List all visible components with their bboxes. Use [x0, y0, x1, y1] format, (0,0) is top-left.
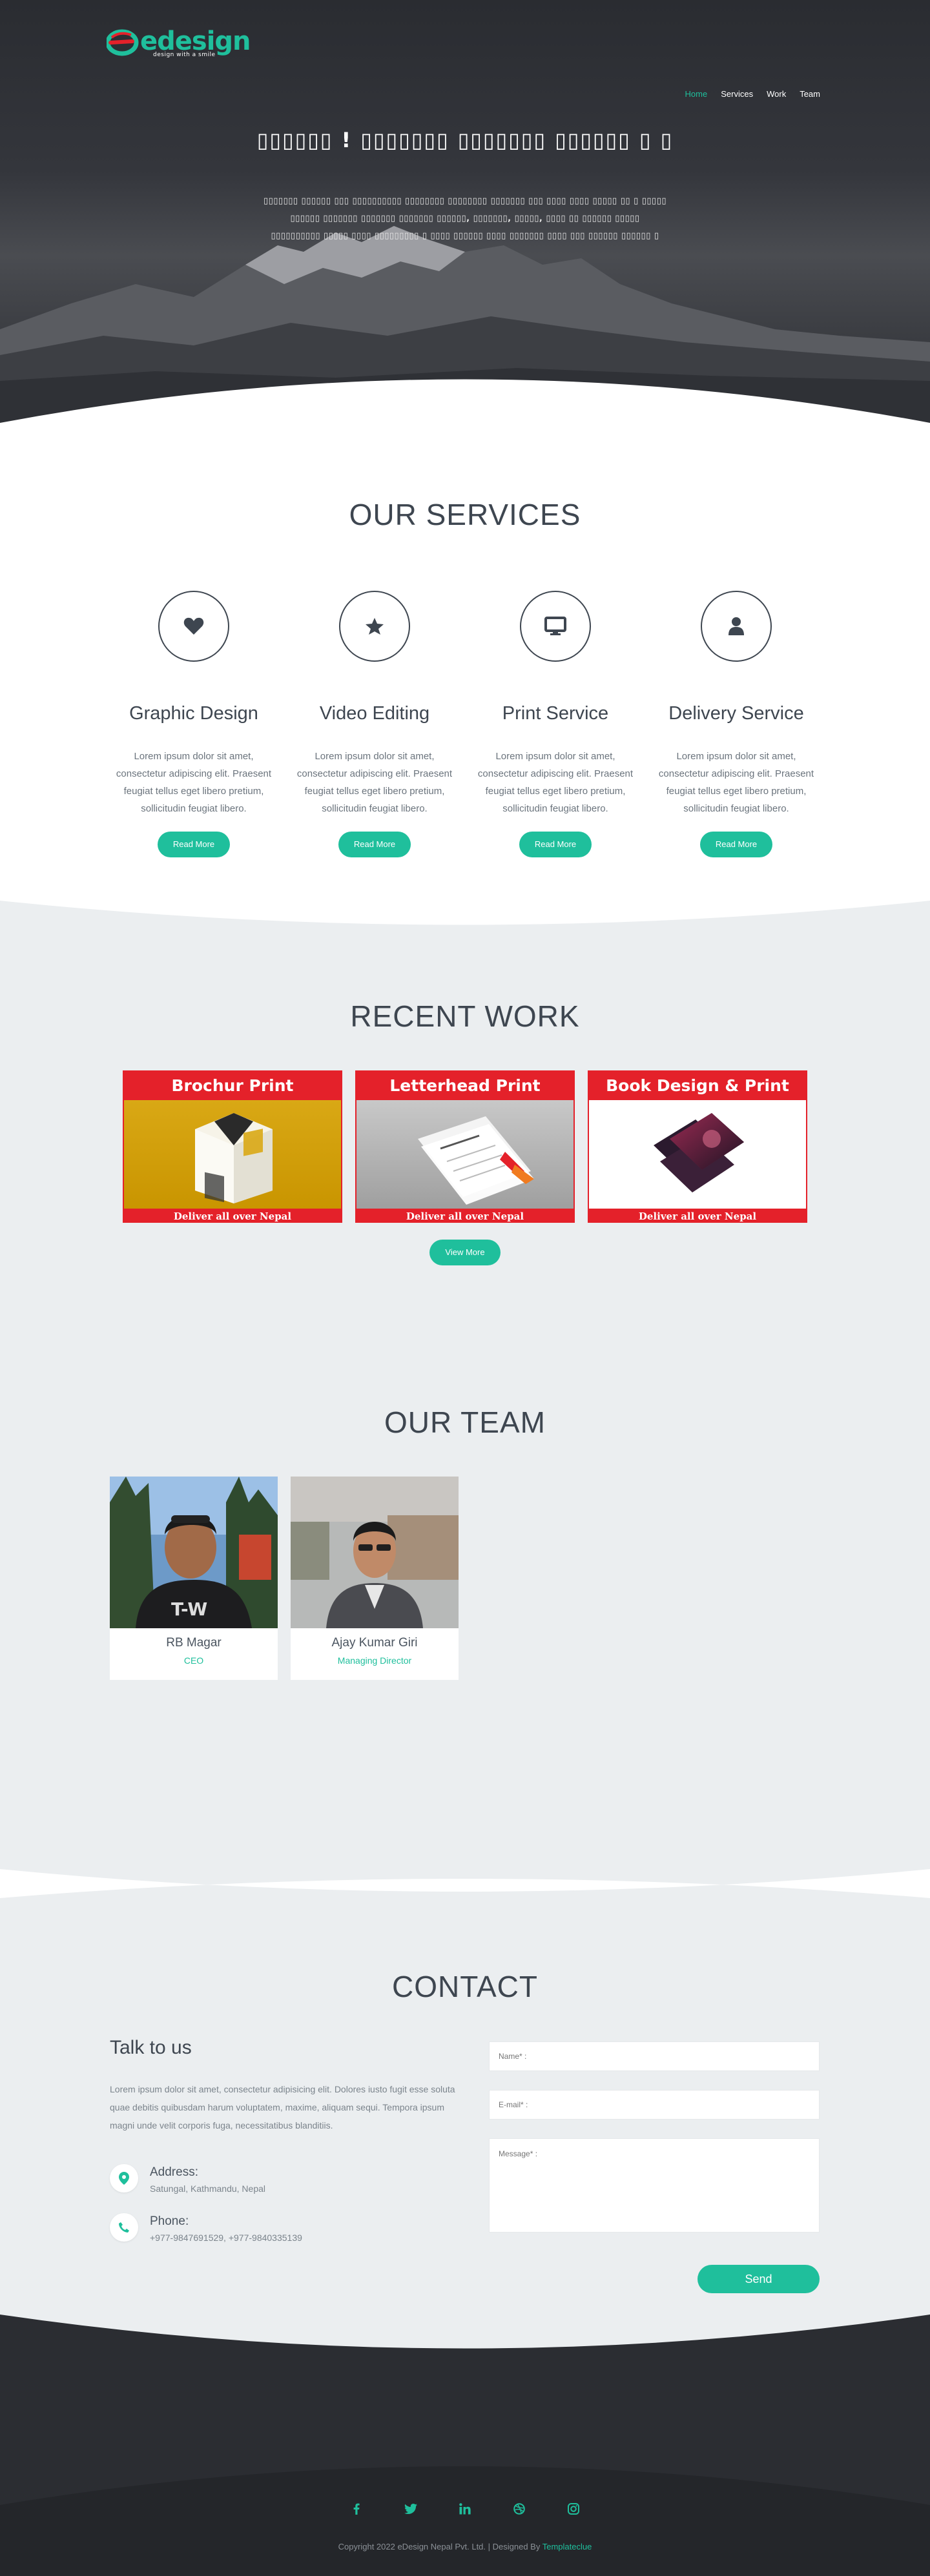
service-delivery-service: Delivery Service Lorem ipsum dolor sit a… [652, 591, 820, 857]
hero-title: ▯▯▯▯▯▯ ! ▯▯▯▯▯▯▯ ▯▯▯▯▯▯▯ ▯▯▯▯▯▯ ▯ ▯ [256, 128, 674, 152]
talk-title: Talk to us [110, 2037, 192, 2058]
nav-services[interactable]: Services [721, 89, 753, 99]
talk-text: Lorem ipsum dolor sit amet, consectetur … [110, 2084, 455, 2131]
brochure-image [124, 1100, 341, 1209]
work-card-title: Brochur Print [124, 1072, 341, 1100]
svg-text:T-W: T-W [171, 1599, 207, 1620]
location-pin-icon [110, 2164, 138, 2193]
hero-line-2: ▯▯▯▯▯▯ ▯▯▯▯▯▯▯ ▯▯▯▯▯▯▯ ▯▯▯▯▯▯▯ ▯▯▯▯▯▯, ▯… [290, 214, 640, 223]
service-name: Delivery Service [668, 703, 804, 724]
nav-work[interactable]: Work [767, 89, 786, 99]
team-title: OUR TEAM [384, 1406, 546, 1439]
letterhead-image [356, 1100, 574, 1209]
service-text: Lorem ipsum dolor sit amet, consectetur … [116, 751, 272, 814]
instagram-icon[interactable] [567, 2502, 580, 2515]
service-name: Graphic Design [129, 703, 258, 724]
main-nav: Home Services Work Team [685, 89, 820, 99]
work-card-footer: Deliver all over Nepal [589, 1209, 806, 1222]
member-photo: T-W [110, 1477, 278, 1628]
work-team-section [0, 897, 930, 1892]
work-card-title: Letterhead Print [356, 1072, 574, 1100]
copyright: Copyright 2022 eDesign Nepal Pvt. Ltd. |… [0, 2542, 930, 2551]
hero-curve [0, 379, 930, 426]
monitor-icon [520, 591, 591, 662]
user-icon [701, 591, 772, 662]
facebook-icon[interactable] [350, 2502, 363, 2515]
footer-curve [0, 2311, 930, 2349]
phone-label: Phone: [150, 2214, 189, 2228]
work-card-title: Book Design & Print [589, 1072, 806, 1100]
logo-tagline: design with a smile [153, 52, 216, 58]
designer-link[interactable]: Templateclue [542, 2542, 592, 2551]
service-name: Print Service [502, 703, 609, 724]
nav-home[interactable]: Home [685, 89, 708, 99]
section-wave-top [0, 897, 930, 925]
work-card-brochure[interactable]: Brochur Print Deliver all over Nepal [123, 1070, 342, 1223]
service-text: Lorem ipsum dolor sit amet, consectetur … [658, 751, 814, 814]
send-button[interactable]: Send [698, 2265, 820, 2293]
hero-description: ▯▯▯▯▯▯▯ ▯▯▯▯▯▯ ▯▯▯ ▯▯▯▯▯▯▯▯▯▯ ▯▯▯▯▯▯▯▯ ▯… [213, 192, 717, 245]
logo-text: edesign [140, 26, 251, 56]
copyright-text: Copyright 2022 eDesign Nepal Pvt. Ltd. |… [338, 2542, 542, 2551]
read-more-button[interactable]: Read More [700, 832, 772, 857]
team-member-card[interactable]: T-W RB Magar CEO [110, 1477, 278, 1680]
read-more-button[interactable]: Read More [338, 832, 411, 857]
hero-line-1: ▯▯▯▯▯▯▯ ▯▯▯▯▯▯ ▯▯▯ ▯▯▯▯▯▯▯▯▯▯ ▯▯▯▯▯▯▯▯ ▯… [263, 196, 667, 206]
work-card-footer: Deliver all over Nepal [356, 1209, 574, 1222]
footer-shade [0, 2466, 930, 2576]
phone-icon [110, 2213, 138, 2242]
twitter-icon[interactable] [404, 2502, 417, 2515]
message-textarea[interactable] [489, 2138, 820, 2233]
read-more-button[interactable]: Read More [519, 832, 592, 857]
linkedin-icon[interactable] [459, 2502, 471, 2515]
member-role: CEO [183, 1655, 204, 1666]
social-links [0, 2502, 930, 2515]
contact-title: CONTACT [392, 1970, 538, 2003]
phone-info: Phone: +977-9847691529, +977-9840335139 [110, 2213, 302, 2243]
team-member-card[interactable]: Ajay Kumar Giri Managing Director [291, 1477, 459, 1680]
member-role: Managing Director [337, 1655, 412, 1666]
view-more-button[interactable]: View More [429, 1240, 501, 1265]
contact-wave [0, 1869, 930, 1921]
star-icon [339, 591, 410, 662]
service-text: Lorem ipsum dolor sit amet, consectetur … [296, 751, 453, 814]
service-graphic-design: Graphic Design Lorem ipsum dolor sit ame… [110, 591, 278, 857]
service-video-editing: Video Editing Lorem ipsum dolor sit amet… [291, 591, 459, 857]
service-text: Lorem ipsum dolor sit amet, consectetur … [477, 751, 634, 814]
book-mockup-image [589, 1100, 806, 1209]
services-title: OUR SERVICES [349, 498, 581, 531]
member-name: Ajay Kumar Giri [331, 1636, 418, 1650]
work-card-footer: Deliver all over Nepal [124, 1209, 341, 1222]
footer [0, 2311, 930, 2576]
heart-icon [158, 591, 229, 662]
hero-section: edesign design with a smile Home Service… [0, 0, 930, 426]
email-input[interactable] [489, 2090, 820, 2120]
address-info: Address: Satungal, Kathmandu, Nepal [110, 2164, 265, 2194]
service-name: Video Editing [319, 703, 430, 724]
work-card-letterhead[interactable]: Letterhead Print Deliver all over Nepal [355, 1070, 575, 1223]
nav-team[interactable]: Team [800, 89, 820, 99]
work-title: RECENT WORK [350, 999, 580, 1033]
member-name: RB Magar [166, 1636, 222, 1650]
work-card-book[interactable]: Book Design & Print Deliver all over Nep… [588, 1070, 807, 1223]
brand-logo[interactable]: edesign design with a smile [105, 25, 251, 58]
member-photo [291, 1477, 459, 1628]
dribbble-icon[interactable] [513, 2502, 526, 2515]
address-value: Satungal, Kathmandu, Nepal [150, 2183, 266, 2194]
hero-line-3: ▯▯▯▯▯▯▯▯▯▯ ▯▯▯▯▯ ▯▯▯▯ ▯▯▯▯▯▯▯▯▯ ▯ ▯▯▯▯ ▯… [271, 231, 659, 241]
logo-e-icon [105, 25, 140, 58]
service-print-service: Print Service Lorem ipsum dolor sit amet… [471, 591, 639, 857]
read-more-button[interactable]: Read More [158, 832, 230, 857]
name-input[interactable] [489, 2041, 820, 2071]
address-label: Address: [150, 2165, 198, 2179]
phone-value: +977-9847691529, +977-9840335139 [150, 2233, 302, 2243]
